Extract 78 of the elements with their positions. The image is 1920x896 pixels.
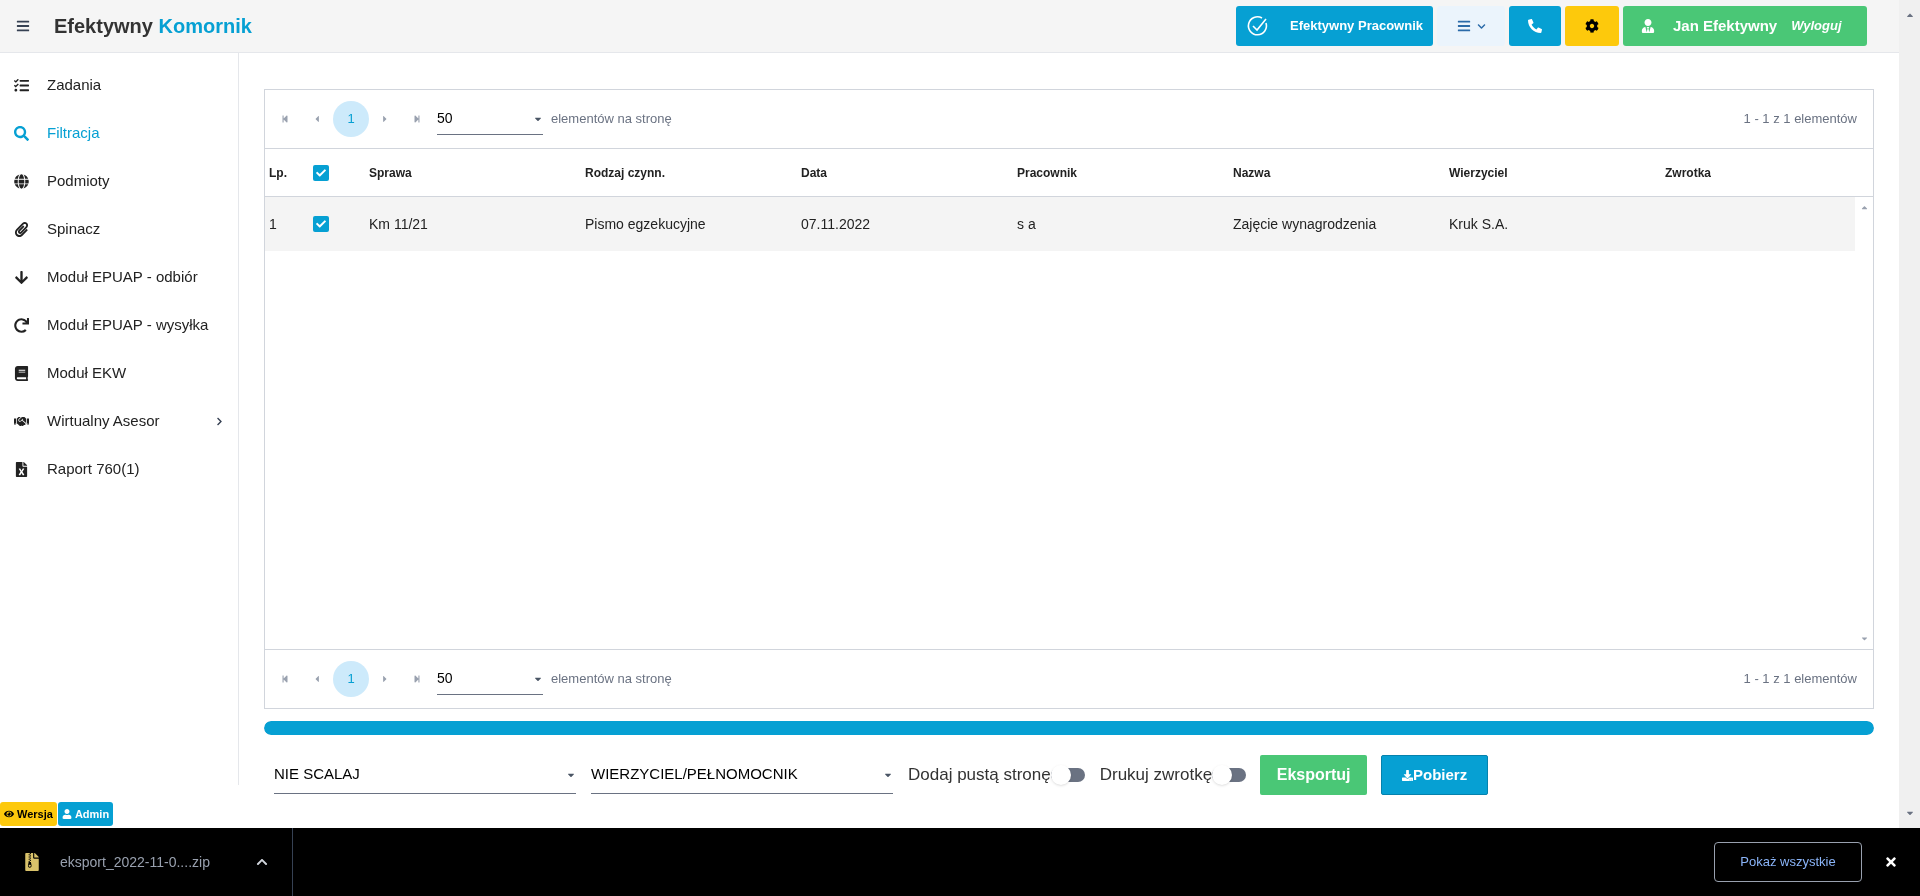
per-page-label: elementów na stronę xyxy=(551,670,672,689)
menu-dropdown-button[interactable] xyxy=(1437,6,1505,46)
download-file-name[interactable]: eksport_2022-11-0....zip xyxy=(60,851,210,873)
menu-icon[interactable] xyxy=(16,19,30,33)
column-header[interactable]: Zwrotka xyxy=(1665,163,1711,182)
sidebar-item[interactable]: Moduł EPUAP - wysyłka xyxy=(0,301,238,349)
checkbox[interactable] xyxy=(313,164,329,181)
table-cell-text: Kruk S.A. xyxy=(1449,214,1509,234)
toggle-switch[interactable] xyxy=(1050,768,1085,782)
table-cell-text: s a xyxy=(1017,214,1036,234)
checkmark-icon xyxy=(316,167,326,178)
next-page-icon[interactable] xyxy=(381,114,389,124)
table-cell-text: Pismo egzekucyjne xyxy=(585,214,706,234)
sidebar-item[interactable]: Moduł EKW xyxy=(0,349,238,397)
previous-page-icon[interactable] xyxy=(313,674,321,684)
table-row[interactable]: 1 Km 11/21 Pismo egzekucyjne 07.11.2022 s a Zajęcie wynagrodzenia Kruk S.A. xyxy=(265,197,1855,251)
settings-button[interactable] xyxy=(1565,6,1619,46)
column-header[interactable]: Lp. xyxy=(269,163,287,182)
eye-icon xyxy=(4,809,14,819)
arrow-down-icon xyxy=(14,269,29,285)
brand-title: Efektywny Komornik xyxy=(54,14,252,39)
table-cell-text: Zajęcie wynagrodzenia xyxy=(1233,214,1377,234)
sidebar-item[interactable]: Zadania xyxy=(0,61,238,109)
checkmark-icon xyxy=(316,219,326,229)
column-header[interactable]: Wierzyciel xyxy=(1449,163,1508,182)
page-size-select[interactable]: 50 xyxy=(437,663,543,695)
search-icon xyxy=(14,125,29,141)
pager-summary: 1 - 1 z 1 elementów xyxy=(1743,670,1857,689)
sidebar-item[interactable]: Moduł EPUAP - odbiór xyxy=(0,253,238,301)
user-icon xyxy=(1641,19,1655,33)
first-page-icon[interactable] xyxy=(281,115,289,123)
chevron-down-icon xyxy=(1476,21,1486,31)
merge-select[interactable]: NIE SCALAJ xyxy=(274,756,576,794)
first-page-icon[interactable] xyxy=(281,675,289,683)
chevron-right-icon xyxy=(215,416,224,426)
user-icon xyxy=(61,809,72,819)
table-cell-text: Km 11/21 xyxy=(369,214,428,234)
toggle-switch[interactable] xyxy=(1212,768,1247,782)
paperclip-icon xyxy=(14,221,29,237)
globe-icon xyxy=(14,173,29,189)
scroll-down-icon[interactable] xyxy=(1859,634,1869,643)
checklist-icon xyxy=(14,77,29,93)
column-header[interactable]: Pracownik xyxy=(1017,163,1078,182)
last-page-icon[interactable] xyxy=(413,115,421,123)
download-icon xyxy=(1402,769,1414,781)
toggle-label: Dodaj pustą stronę xyxy=(908,764,1051,787)
menu-icon xyxy=(1456,19,1471,33)
table-cell-text: 1 xyxy=(269,214,277,234)
column-header[interactable]: Rodzaj czynn. xyxy=(585,163,665,182)
show-all-button[interactable]: Pokaż wszystkie xyxy=(1714,842,1862,882)
per-page-label: elementów na stronę xyxy=(551,110,672,129)
excel-file-icon xyxy=(14,461,29,477)
page-size-select[interactable]: 50 xyxy=(437,103,543,135)
scroll-up-icon[interactable] xyxy=(1859,203,1869,212)
pager-summary: 1 - 1 z 1 elementów xyxy=(1743,110,1857,129)
phone-icon xyxy=(1528,19,1542,33)
sidebar-item[interactable]: Wirtualny Asesor xyxy=(0,397,238,445)
chevron-up-icon[interactable] xyxy=(256,856,268,868)
column-header[interactable]: Nazwa xyxy=(1233,163,1271,182)
badge[interactable]: Wersja xyxy=(0,802,57,826)
last-page-icon[interactable] xyxy=(413,675,421,683)
sidebar-item[interactable]: Raport 760(1) xyxy=(0,445,238,493)
checkbox[interactable] xyxy=(313,216,329,232)
book-icon xyxy=(14,365,29,381)
sidebar-item[interactable]: Podmioty xyxy=(0,157,238,205)
next-page-icon[interactable] xyxy=(381,674,389,684)
zip-file-icon xyxy=(24,853,40,871)
previous-page-icon[interactable] xyxy=(313,114,321,124)
close-icon[interactable] xyxy=(1884,855,1898,869)
settings-icon xyxy=(1585,19,1599,33)
user-name: Jan Efektywny xyxy=(1673,15,1778,36)
column-header[interactable]: Sprawa xyxy=(369,163,412,182)
column-header[interactable]: Data xyxy=(801,163,827,182)
table-cell-text: 07.11.2022 xyxy=(801,214,871,234)
redo-icon xyxy=(14,317,29,333)
toggle-label: Drukuj zwrotkę xyxy=(1099,764,1213,787)
recipient-select[interactable]: WIERZYCIEL/PEŁNOMOCNIK xyxy=(591,756,893,794)
sidebar-item[interactable]: Spinacz xyxy=(0,205,238,253)
